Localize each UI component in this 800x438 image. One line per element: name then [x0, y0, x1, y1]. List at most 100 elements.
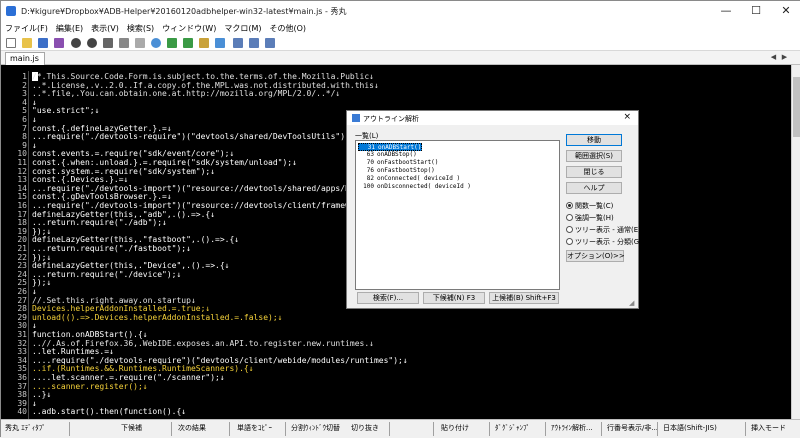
outline-item-name: onDisconnected( deviceId ) [377, 183, 471, 190]
open-folder-icon[interactable] [22, 38, 32, 48]
menu-window[interactable]: ウィンドウ(W) [158, 21, 220, 34]
code-line: ...require("./devtools-require")("devtoo… [32, 132, 355, 142]
resize-grip-icon[interactable]: ◢ [629, 299, 637, 307]
code-line: ...return.require("./adb");↓ [32, 218, 167, 228]
status-separator [229, 422, 230, 436]
outline-item-line: 76 [366, 167, 374, 174]
status-separator [745, 422, 746, 436]
replace-icon[interactable] [199, 38, 209, 48]
tab-scroll-right-icon[interactable]: ▶ [780, 53, 789, 62]
outline-item-name: onConnected( deviceId ) [377, 175, 461, 182]
status-separator [433, 422, 434, 436]
paste-icon[interactable] [135, 38, 145, 48]
find-up-icon[interactable] [167, 38, 177, 48]
status-separator [545, 422, 546, 436]
status-separator [285, 422, 286, 436]
outline-item[interactable]: 76 onFastbootStop() [358, 167, 435, 175]
close-dialog-button[interactable]: 閉じる [566, 166, 622, 178]
move-button[interactable]: 移動 [566, 134, 622, 146]
fkey-9[interactable]: ﾀﾞｸﾞｼﾞｬﾝﾌﾟ [495, 423, 530, 433]
radio-highlight-list[interactable]: 強調一覧(H) [566, 213, 614, 222]
code-line: ..adb.start().then(function().{↓ [32, 407, 187, 417]
line-number-gutter: 1 2 3 4 5 6 7 8 9 10 11 12 13 14 15 16 17 18 19 20 21 22 23 24 2… [1, 71, 29, 419]
range-select-button[interactable]: 範囲選択(S) [566, 150, 622, 162]
outline-item-line: 82 [366, 175, 374, 182]
outline-item[interactable]: 31 onADBStart() [358, 143, 423, 151]
outline-item[interactable]: 70 onFastbootStart() [358, 159, 439, 167]
options-button[interactable]: オプション(O)>> [566, 250, 625, 262]
outline-item-line: 70 [366, 159, 374, 166]
radio-dot [566, 238, 573, 245]
editor-window: D:¥kigure¥Dropbox¥ADB-Helper¥20160120adb… [0, 0, 800, 438]
menu-search[interactable]: 検索(S) [123, 21, 158, 34]
fkey-5[interactable]: 分割ｳｨﾝﾄﾞｳ切替 [291, 423, 340, 433]
radio-label: 強調一覧(H) [575, 214, 614, 222]
dialog-app-icon [352, 114, 360, 122]
window-list-icon[interactable] [249, 38, 259, 48]
redo-icon[interactable] [87, 38, 97, 48]
help-button[interactable]: ヘルプ [566, 182, 622, 194]
menu-other[interactable]: その他(O) [266, 21, 311, 34]
maximize-button[interactable]: ☐ [741, 1, 771, 21]
outline-item-name: onADBStart() [378, 144, 422, 151]
fkey-2[interactable]: 下候補 [121, 423, 142, 433]
fkey-10[interactable]: ｱｳﾄﾗｲﾝ解析... [551, 423, 593, 433]
window-tile-icon[interactable] [233, 38, 243, 48]
close-button[interactable]: ✕ [771, 1, 800, 21]
save-icon[interactable] [38, 38, 48, 48]
dialog-close-icon[interactable]: × [623, 112, 631, 122]
insert-mode-indicator[interactable]: 挿入モード [751, 423, 786, 433]
fkey-4[interactable]: 単語をｺﾋﾟｰ [237, 423, 272, 433]
code-line: unload(().=>.Devices.helperAddonInstalle… [32, 312, 283, 322]
status-separator [69, 422, 70, 436]
find-down-icon[interactable] [183, 38, 193, 48]
radio-dot [566, 202, 573, 209]
menu-edit[interactable]: 編集(E) [52, 21, 87, 34]
fkey-8[interactable]: 貼り付け [441, 423, 469, 433]
menu-file[interactable]: ファイル(F) [1, 21, 52, 34]
outline-item[interactable]: 100 onDisconnected( deviceId ) [358, 183, 471, 191]
previous-candidate-button[interactable]: 上候補(B) Shift+F3 [489, 292, 559, 304]
fkey-1[interactable]: 秀丸 ｴﾃﾞｨﾀﾌﾟ [5, 423, 46, 433]
vertical-scrollbar[interactable] [791, 65, 800, 419]
search-button[interactable]: 検索(F)... [357, 292, 419, 304]
outline-item-line: 100 [363, 183, 374, 190]
new-file-icon[interactable] [6, 38, 16, 48]
find-icon[interactable] [151, 38, 161, 48]
outline-item[interactable]: 82 onConnected( deviceId ) [358, 175, 460, 183]
fkey-6[interactable]: 切り抜き [351, 423, 379, 433]
radio-label: ツリー表示 - 分類(G) [575, 238, 642, 246]
radio-function-list[interactable]: 関数一覧(C) [566, 201, 613, 210]
fkey-11[interactable]: 行番号表示/非... [607, 423, 658, 433]
save-as-icon[interactable] [54, 38, 64, 48]
cut-icon[interactable] [103, 38, 113, 48]
code-line: ..*.file,.You.can.obtain.one.at.http://m… [32, 89, 341, 99]
tab-main-js[interactable]: main.js [5, 52, 45, 65]
fkey-3[interactable]: 次の結果 [178, 423, 206, 433]
grep-icon[interactable] [215, 38, 225, 48]
outline-item-name: onFastbootStart() [377, 159, 439, 166]
window-title: D:¥kigure¥Dropbox¥ADB-Helper¥20160120adb… [21, 7, 347, 16]
radio-tree-normal[interactable]: ツリー表示 - 通常(E) [566, 225, 641, 234]
outline-item-name: onADBStop() [377, 151, 417, 158]
scrollbar-thumb[interactable] [793, 77, 800, 137]
hidemaru-app-icon [6, 6, 16, 16]
status-separator [657, 422, 658, 436]
outline-analysis-dialog: アウトライン解析 × 一覧(L) 31 onADBStart() 63 onADBSt… [346, 110, 642, 309]
menu-view[interactable]: 表示(V) [87, 21, 123, 34]
outline-list[interactable]: 31 onADBStart() 63 onADBStop() 70 onFastbootS… [355, 140, 560, 290]
outline-item[interactable]: 63 onADBStop() [358, 151, 417, 159]
next-candidate-button[interactable]: 下候補(N) F3 [423, 292, 485, 304]
tab-scroll-left-icon[interactable]: ◀ [769, 53, 778, 62]
tab-bar: main.js ◀ ▶ [1, 51, 800, 65]
window-split-icon[interactable] [265, 38, 275, 48]
dialog-title-bar: アウトライン解析 × [347, 111, 638, 125]
menu-macro[interactable]: マクロ(M) [220, 21, 265, 34]
status-separator [389, 422, 390, 436]
copy-icon[interactable] [119, 38, 129, 48]
radio-tree-category[interactable]: ツリー表示 - 分類(G) [566, 237, 642, 246]
code-line: ...return.require("./device");↓ [32, 269, 182, 279]
undo-icon[interactable] [71, 38, 81, 48]
minimize-button[interactable]: — [711, 1, 741, 21]
encoding-indicator[interactable]: 日本語(Shift-JIS) [663, 423, 717, 433]
